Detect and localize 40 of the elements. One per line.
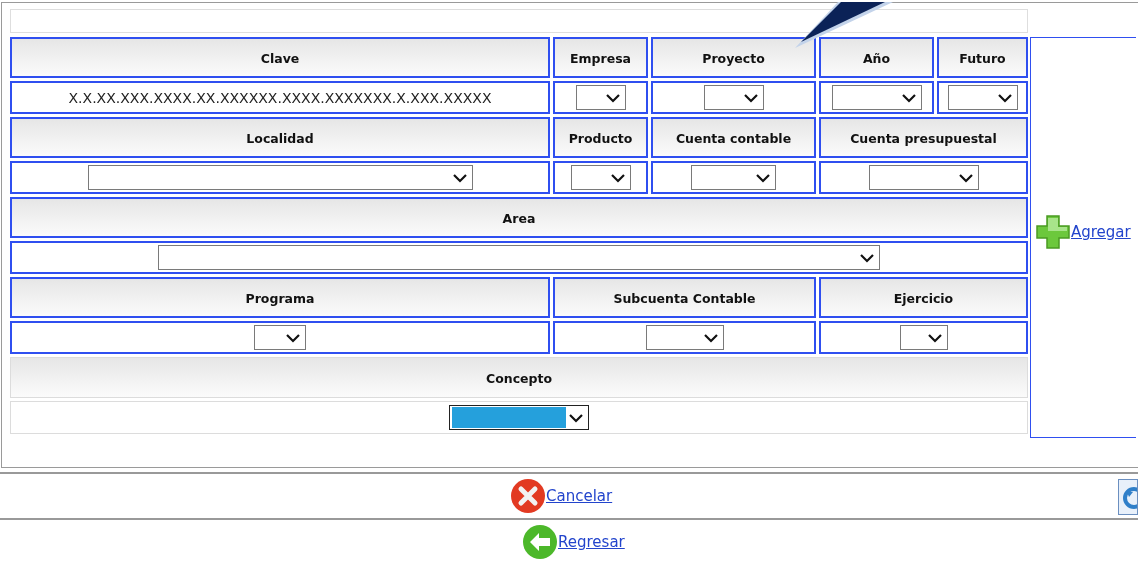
- caret-icon: [926, 332, 943, 343]
- column-header: Proyecto: [651, 37, 816, 78]
- caret-icon: [285, 332, 301, 343]
- caret-icon: [859, 252, 875, 263]
- caret-icon: [451, 172, 468, 183]
- dropdown[interactable]: [899, 325, 948, 350]
- close-icon: [510, 478, 546, 514]
- column-header: Producto: [553, 117, 648, 158]
- dropdown[interactable]: [703, 85, 764, 110]
- dropdown[interactable]: [449, 405, 589, 430]
- column-header: Año: [819, 37, 934, 78]
- column-header: Programa: [10, 277, 550, 318]
- caret-icon: [702, 332, 719, 343]
- caret-icon: [957, 172, 974, 183]
- caret-icon: [609, 172, 626, 183]
- key-value: X.X.XX.XXX.XXXX.XX.XXXXXX.XXXX.XXXXXXX.X.XXX.XXXXX: [68, 89, 492, 106]
- column-header: Empresa: [553, 37, 648, 78]
- refresh-icon[interactable]: [1118, 479, 1138, 515]
- dropdown[interactable]: [254, 325, 306, 350]
- caret-icon: [900, 92, 917, 103]
- dropdown[interactable]: [570, 165, 631, 190]
- caret-icon: [604, 92, 621, 103]
- cancel-link[interactable]: Cancelar: [510, 478, 613, 514]
- column-header: Clave: [10, 37, 550, 78]
- column-header: Cuenta contable: [651, 117, 816, 158]
- column-header: Localidad: [10, 117, 550, 158]
- column-header: Subcuenta Contable: [553, 277, 816, 318]
- column-header: Area: [10, 197, 1028, 238]
- back-link[interactable]: Regresar: [522, 524, 625, 560]
- add-link[interactable]: Agregar: [1035, 214, 1131, 250]
- dropdown[interactable]: [575, 85, 626, 110]
- column-header: Futuro: [937, 37, 1028, 78]
- caret-icon: [755, 172, 771, 183]
- column-header: Cuenta presupuestal: [819, 117, 1028, 158]
- column-header: Ejercicio: [819, 277, 1028, 318]
- caret-icon: [568, 412, 584, 423]
- caret-icon: [996, 92, 1013, 103]
- column-header: Concepto: [10, 357, 1028, 398]
- caret-icon: [742, 92, 759, 103]
- plus-icon: [1035, 214, 1071, 250]
